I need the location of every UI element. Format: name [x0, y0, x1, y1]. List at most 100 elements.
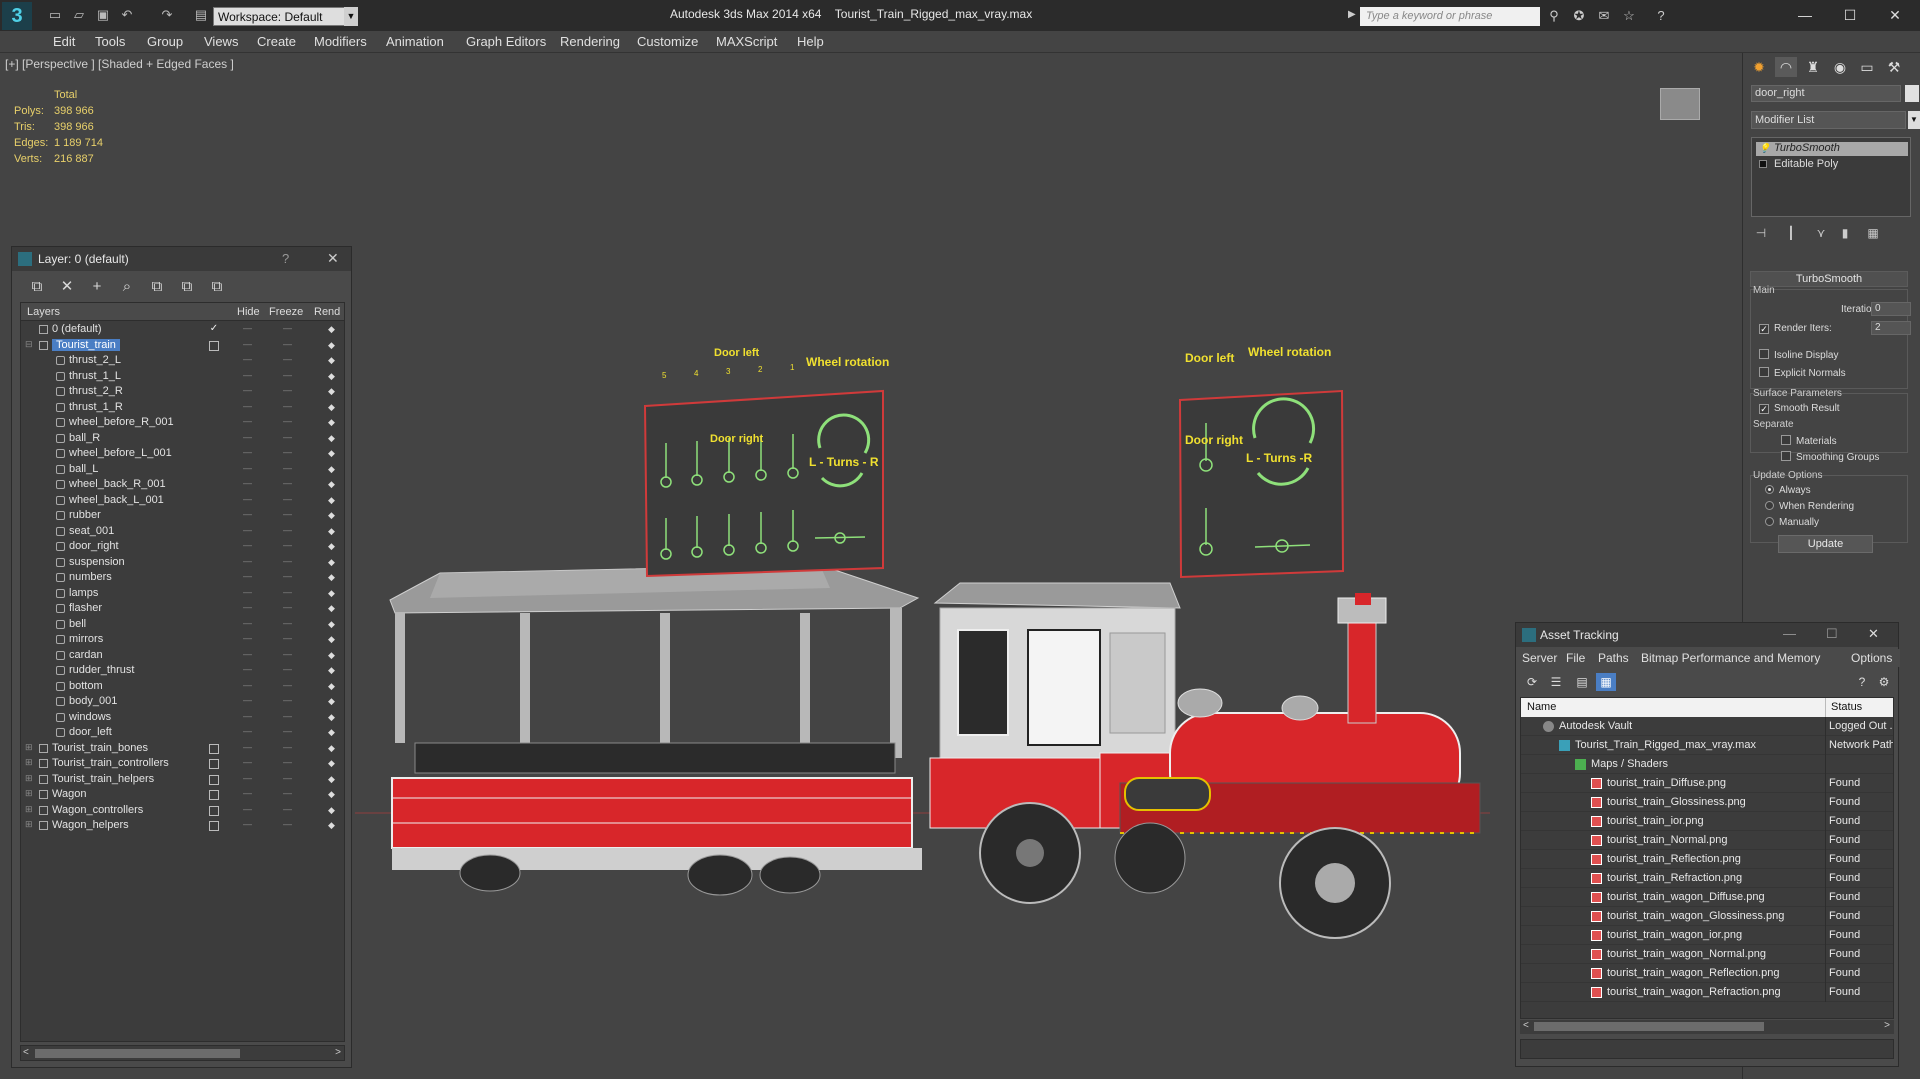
menu-graph-editors[interactable]: Graph Editors: [466, 34, 546, 49]
object-row[interactable]: bell — — ◆: [21, 617, 344, 633]
render-teapot-icon[interactable]: ◆: [328, 789, 338, 799]
search-input[interactable]: Type a keyword or phrase: [1360, 7, 1540, 26]
asset-row[interactable]: tourist_train_wagon_Diffuse.png Found: [1521, 888, 1893, 907]
hide-toggle[interactable]: —: [243, 726, 257, 736]
render-teapot-icon[interactable]: ◆: [328, 774, 338, 784]
hide-toggle[interactable]: —: [243, 385, 257, 395]
object-row[interactable]: windows — — ◆: [21, 710, 344, 726]
object-row[interactable]: ball_L — — ◆: [21, 462, 344, 478]
object-row[interactable]: seat_001 — — ◆: [21, 524, 344, 540]
render-teapot-icon[interactable]: ◆: [328, 324, 338, 334]
hide-toggle[interactable]: —: [243, 323, 257, 333]
menu-edit[interactable]: Edit: [53, 34, 75, 49]
motion-tab-icon[interactable]: ◉: [1829, 57, 1851, 77]
when-rendering-radio[interactable]: [1765, 501, 1774, 510]
asset-menu-options[interactable]: Options: [1851, 651, 1892, 665]
render-iters-spinner[interactable]: 2: [1871, 321, 1911, 335]
iterations-spinner[interactable]: 0: [1871, 302, 1911, 316]
create-layer-icon[interactable]: ⧉: [26, 277, 48, 297]
object-row[interactable]: flasher — — ◆: [21, 601, 344, 617]
freeze-toggle[interactable]: —: [283, 323, 297, 333]
render-teapot-icon[interactable]: ◆: [328, 541, 338, 551]
render-teapot-icon[interactable]: ◆: [328, 681, 338, 691]
object-row[interactable]: ball_R — — ◆: [21, 431, 344, 447]
smoothing-groups-checkbox[interactable]: [1781, 451, 1791, 461]
modify-tab-icon[interactable]: ◠: [1775, 57, 1797, 77]
help-icon[interactable]: ?: [282, 251, 289, 266]
render-teapot-icon[interactable]: ◆: [328, 495, 338, 505]
object-row[interactable]: rubber — — ◆: [21, 508, 344, 524]
display-tab-icon[interactable]: ▭: [1856, 57, 1878, 77]
layer-row[interactable]: ⊞ Tourist_train_bones — — ◆: [21, 741, 344, 757]
current-layer-checkbox[interactable]: [209, 759, 219, 769]
object-name[interactable]: suspension: [69, 556, 125, 568]
render-teapot-icon[interactable]: ◆: [328, 526, 338, 536]
asset-row[interactable]: tourist_train_Normal.png Found: [1521, 831, 1893, 850]
freeze-toggle[interactable]: —: [283, 788, 297, 798]
search-expand-icon[interactable]: ▶: [1348, 9, 1356, 20]
render-teapot-icon[interactable]: ◆: [328, 588, 338, 598]
hide-all-icon[interactable]: ⧉: [176, 277, 198, 297]
favorites-star-icon[interactable]: ☆: [1620, 8, 1638, 24]
smoothing-groups-row[interactable]: Smoothing Groups: [1781, 451, 1879, 463]
close-window-button[interactable]: ✕: [1875, 4, 1915, 26]
current-layer-checkbox[interactable]: [209, 340, 219, 351]
hide-toggle[interactable]: —: [243, 339, 257, 349]
modifier-list-dropdown-icon[interactable]: ▼: [1908, 111, 1920, 129]
asset-menu-file[interactable]: File: [1566, 651, 1585, 665]
asset-row[interactable]: Maps / Shaders: [1521, 755, 1893, 774]
hide-toggle[interactable]: —: [243, 478, 257, 488]
help-icon[interactable]: ?: [1852, 673, 1872, 691]
freeze-toggle[interactable]: —: [283, 447, 297, 457]
configure-modifier-sets-icon[interactable]: ▦: [1863, 226, 1883, 242]
layer-row-selected[interactable]: ⊟ Tourist_train — — ◆: [21, 338, 344, 354]
column-status[interactable]: Status: [1831, 701, 1862, 713]
hide-toggle[interactable]: —: [243, 416, 257, 426]
object-name[interactable]: lamps: [69, 587, 98, 599]
create-tab-icon[interactable]: ✹: [1748, 57, 1770, 77]
new-file-icon[interactable]: ▭: [46, 7, 64, 23]
menu-modifiers[interactable]: Modifiers: [314, 34, 367, 49]
layer-row[interactable]: ⊞ Wagon_helpers — — ◆: [21, 818, 344, 834]
app-logo-icon[interactable]: 3: [2, 2, 32, 30]
freeze-toggle[interactable]: —: [283, 757, 297, 767]
column-render[interactable]: Rend: [314, 306, 340, 318]
layer-name[interactable]: Tourist_train_helpers: [52, 773, 154, 785]
project-folder-icon[interactable]: ▤: [192, 7, 210, 23]
render-teapot-icon[interactable]: ◆: [328, 510, 338, 520]
render-teapot-icon[interactable]: ◆: [328, 820, 338, 830]
object-name[interactable]: ball_R: [69, 432, 100, 444]
smooth-result-checkbox[interactable]: ✓: [1759, 404, 1769, 414]
close-icon[interactable]: ✕: [1868, 626, 1879, 642]
render-teapot-icon[interactable]: ◆: [328, 603, 338, 613]
object-name[interactable]: bell: [69, 618, 86, 630]
viewcube[interactable]: [1660, 88, 1700, 120]
hide-toggle[interactable]: —: [243, 463, 257, 473]
hierarchy-tab-icon[interactable]: ♜: [1802, 57, 1824, 77]
render-teapot-icon[interactable]: ◆: [328, 433, 338, 443]
layer-row[interactable]: ⊞ Tourist_train_helpers — — ◆: [21, 772, 344, 788]
utilities-tab-icon[interactable]: ⚒: [1883, 57, 1905, 77]
object-row[interactable]: bottom — — ◆: [21, 679, 344, 695]
hide-toggle[interactable]: —: [243, 618, 257, 628]
current-layer-checkbox[interactable]: [209, 821, 219, 831]
menu-rendering[interactable]: Rendering: [560, 34, 620, 49]
freeze-toggle[interactable]: —: [283, 494, 297, 504]
explicit-normals-row[interactable]: Explicit Normals: [1759, 367, 1846, 379]
expand-icon[interactable]: ⊞: [25, 757, 33, 768]
hide-toggle[interactable]: —: [243, 370, 257, 380]
save-file-icon[interactable]: ▣: [94, 7, 112, 23]
asset-row[interactable]: tourist_train_ior.png Found: [1521, 812, 1893, 831]
hide-toggle[interactable]: —: [243, 525, 257, 535]
render-iters-row[interactable]: ✓ Render Iters:: [1759, 323, 1832, 334]
smooth-result-row[interactable]: ✓ Smooth Result: [1759, 403, 1840, 414]
layer-row[interactable]: ⊞ Wagon_controllers — — ◆: [21, 803, 344, 819]
refresh-icon[interactable]: ⟳: [1522, 673, 1542, 691]
current-layer-check-icon[interactable]: ✓: [209, 324, 219, 335]
column-hide[interactable]: Hide: [237, 306, 260, 318]
freeze-toggle[interactable]: —: [283, 587, 297, 597]
hide-toggle[interactable]: —: [243, 819, 257, 829]
render-teapot-icon[interactable]: ◆: [328, 758, 338, 768]
hide-toggle[interactable]: —: [243, 509, 257, 519]
column-divider[interactable]: [1825, 698, 1826, 717]
